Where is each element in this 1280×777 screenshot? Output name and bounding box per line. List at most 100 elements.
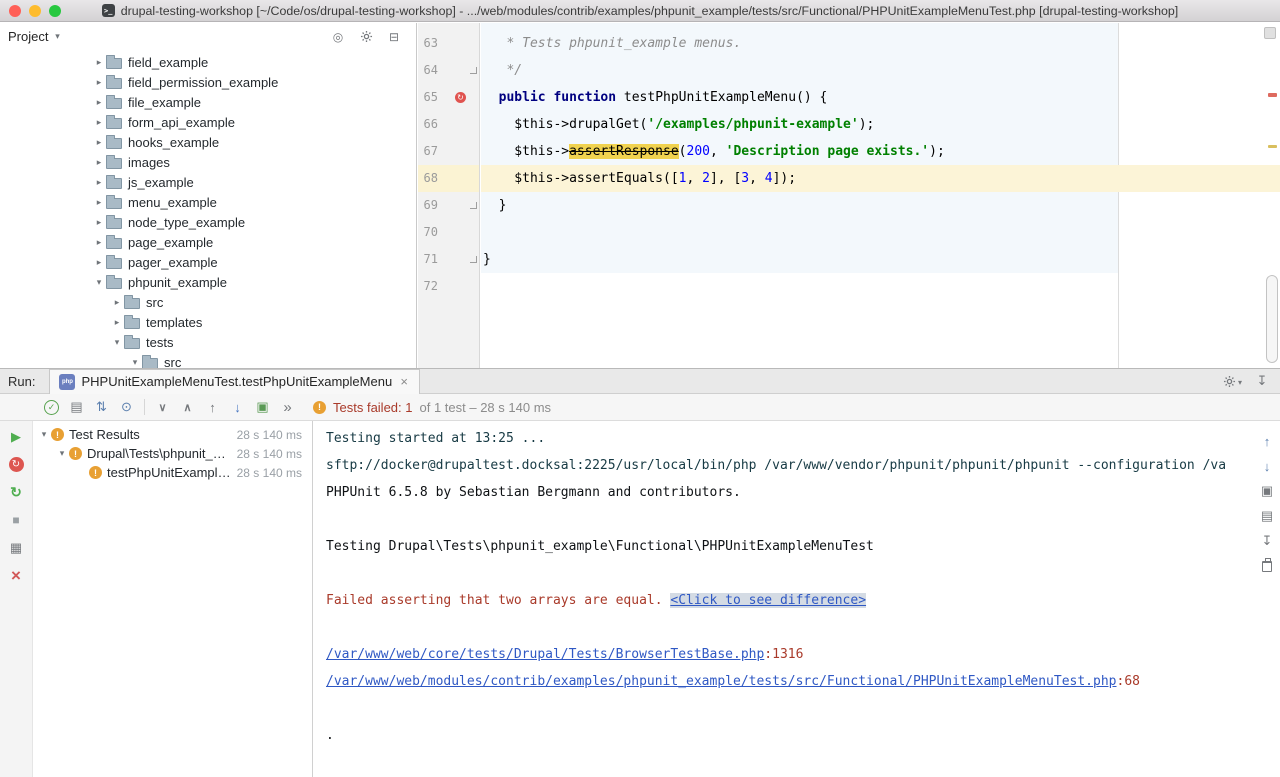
sidebar-item-js-example[interactable]: js_example <box>0 172 416 192</box>
editor[interactable]: 63 64 65 66 67 68 69 70 71 72 * Tests ph… <box>418 23 1280 368</box>
gutter-row[interactable]: 72 <box>418 273 479 300</box>
locate-file-icon[interactable] <box>330 29 346 45</box>
collapse-all-icon[interactable] <box>386 29 402 45</box>
inspections-widget-icon[interactable] <box>1264 27 1276 39</box>
up-stacktrace-icon[interactable] <box>1259 433 1275 449</box>
close-tab-icon[interactable] <box>398 374 410 389</box>
chevron-down-icon[interactable] <box>92 277 106 288</box>
file-link[interactable]: /var/www/web/core/tests/Drupal/Tests/Bro… <box>326 647 764 662</box>
file-link[interactable]: /var/www/web/modules/contrib/examples/ph… <box>326 674 1117 689</box>
sidebar-item-field-example[interactable]: field_example <box>0 52 416 72</box>
code-area[interactable]: * Tests phpunit_example menus. */ public… <box>481 23 1264 300</box>
collapse-all-icon[interactable] <box>176 397 199 418</box>
test-console[interactable]: Testing started at 13:25 ... sftp://dock… <box>314 421 1280 777</box>
rerun-button[interactable] <box>8 429 24 445</box>
sidebar-item-images[interactable]: images <box>0 152 416 172</box>
fold-marker-icon[interactable] <box>470 67 477 74</box>
run-tab[interactable]: PHPUnitExampleMenuTest.testPhpUnitExampl… <box>49 369 420 394</box>
chevron-down-icon[interactable] <box>110 337 124 348</box>
sidebar-item-menu-example[interactable]: menu_example <box>0 192 416 212</box>
code-line[interactable] <box>481 273 1264 300</box>
code-line[interactable]: */ <box>481 57 1264 84</box>
previous-failed-test-icon[interactable] <box>201 397 224 418</box>
restore-layout-icon[interactable] <box>8 540 24 556</box>
sort-by-duration-icon[interactable] <box>115 397 138 418</box>
code-line[interactable]: * Tests phpunit_example menus. <box>481 30 1264 57</box>
chevron-right-icon[interactable] <box>92 177 106 188</box>
sidebar-item-field-permission-example[interactable]: field_permission_example <box>0 72 416 92</box>
chevron-right-icon[interactable] <box>110 297 124 308</box>
code-line-highlighted[interactable]: $this->assertEquals([1, 2], [3, 4]); <box>481 165 1280 192</box>
chevron-right-icon[interactable] <box>92 157 106 168</box>
down-stacktrace-icon[interactable] <box>1259 458 1275 474</box>
code-line[interactable] <box>481 219 1264 246</box>
error-stripe-mark[interactable] <box>1268 93 1277 97</box>
soft-wrap-icon[interactable] <box>1259 483 1275 499</box>
close-window-icon[interactable] <box>9 5 21 17</box>
sidebar-item-file-example[interactable]: file_example <box>0 92 416 112</box>
chevron-down-icon[interactable] <box>37 429 51 440</box>
minimize-window-icon[interactable] <box>29 5 41 17</box>
sidebar-item-node-type-example[interactable]: node_type_example <box>0 212 416 232</box>
sidebar-item-pager-example[interactable]: pager_example <box>0 252 416 272</box>
gutter-row[interactable]: 65 <box>418 84 479 111</box>
code-line[interactable]: $this->assertResponse(200, 'Description … <box>481 138 1264 165</box>
stop-button[interactable] <box>8 512 24 528</box>
sidebar-item-tests[interactable]: tests <box>0 332 416 352</box>
chevron-right-icon[interactable] <box>92 237 106 248</box>
gutter-row[interactable]: 63 <box>418 30 479 57</box>
sidebar-item-form-api-example[interactable]: form_api_example <box>0 112 416 132</box>
more-actions-icon[interactable] <box>276 397 299 418</box>
chevron-down-icon[interactable] <box>51 31 63 42</box>
gutter-row[interactable]: 68 <box>418 165 479 192</box>
chevron-right-icon[interactable] <box>92 217 106 228</box>
test-suite-row[interactable]: Drupal\Tests\phpunit_ex... 28 s 140 ms <box>33 444 312 463</box>
chevron-right-icon[interactable] <box>92 257 106 268</box>
chevron-down-icon[interactable] <box>55 448 69 459</box>
sidebar-item-phpunit-example[interactable]: phpunit_example <box>0 272 416 292</box>
project-panel-header[interactable]: Project <box>0 23 416 50</box>
next-failed-test-icon[interactable] <box>226 397 249 418</box>
code-line[interactable]: } <box>481 192 1264 219</box>
import-test-results-icon[interactable] <box>251 397 274 418</box>
sidebar-item-tests-src[interactable]: src <box>0 352 416 368</box>
hide-panel-icon[interactable] <box>1254 373 1270 389</box>
gutter-row[interactable]: 64 <box>418 57 479 84</box>
test-case-row[interactable]: testPhpUnitExampleM... 28 s 140 ms <box>33 463 312 482</box>
fold-marker-icon[interactable] <box>470 256 477 263</box>
chevron-right-icon[interactable] <box>92 137 106 148</box>
chevron-down-icon[interactable] <box>128 357 142 368</box>
see-difference-link[interactable]: <Click to see difference> <box>670 593 866 608</box>
close-panel-icon[interactable] <box>8 568 24 584</box>
toggle-auto-test-icon[interactable] <box>8 484 24 500</box>
editor-gutter[interactable]: 63 64 65 66 67 68 69 70 71 72 <box>418 23 480 368</box>
gutter-row[interactable]: 67 <box>418 138 479 165</box>
chevron-right-icon[interactable] <box>92 117 106 128</box>
fold-marker-icon[interactable] <box>470 202 477 209</box>
gutter-row[interactable]: 70 <box>418 219 479 246</box>
zoom-window-icon[interactable] <box>49 5 61 17</box>
code-line[interactable]: } <box>481 246 1264 273</box>
sidebar-item-page-example[interactable]: page_example <box>0 232 416 252</box>
code-line[interactable]: $this->drupalGet('/examples/phpunit-exam… <box>481 111 1264 138</box>
scroll-to-end-icon[interactable] <box>1259 533 1275 549</box>
sidebar-item-hooks-example[interactable]: hooks_example <box>0 132 416 152</box>
warning-stripe-mark[interactable] <box>1268 145 1277 148</box>
clear-console-icon[interactable] <box>1259 558 1275 574</box>
rerun-failed-tests-icon[interactable] <box>9 457 24 472</box>
chevron-right-icon[interactable] <box>92 57 106 68</box>
print-icon[interactable] <box>1259 508 1275 524</box>
show-output-icon[interactable] <box>65 397 88 418</box>
sidebar-item-src[interactable]: src <box>0 292 416 312</box>
expand-all-icon[interactable] <box>151 397 174 418</box>
test-results-root-row[interactable]: Test Results 28 s 140 ms <box>33 425 312 444</box>
gutter-row[interactable]: 69 <box>418 192 479 219</box>
gutter-row[interactable]: 71 <box>418 246 479 273</box>
chevron-right-icon[interactable] <box>92 77 106 88</box>
show-passed-icon[interactable] <box>40 397 63 418</box>
chevron-right-icon[interactable] <box>110 317 124 328</box>
chevron-right-icon[interactable] <box>92 97 106 108</box>
chevron-right-icon[interactable] <box>92 197 106 208</box>
sidebar-item-templates[interactable]: templates <box>0 312 416 332</box>
failed-test-marker-icon[interactable] <box>455 92 466 103</box>
